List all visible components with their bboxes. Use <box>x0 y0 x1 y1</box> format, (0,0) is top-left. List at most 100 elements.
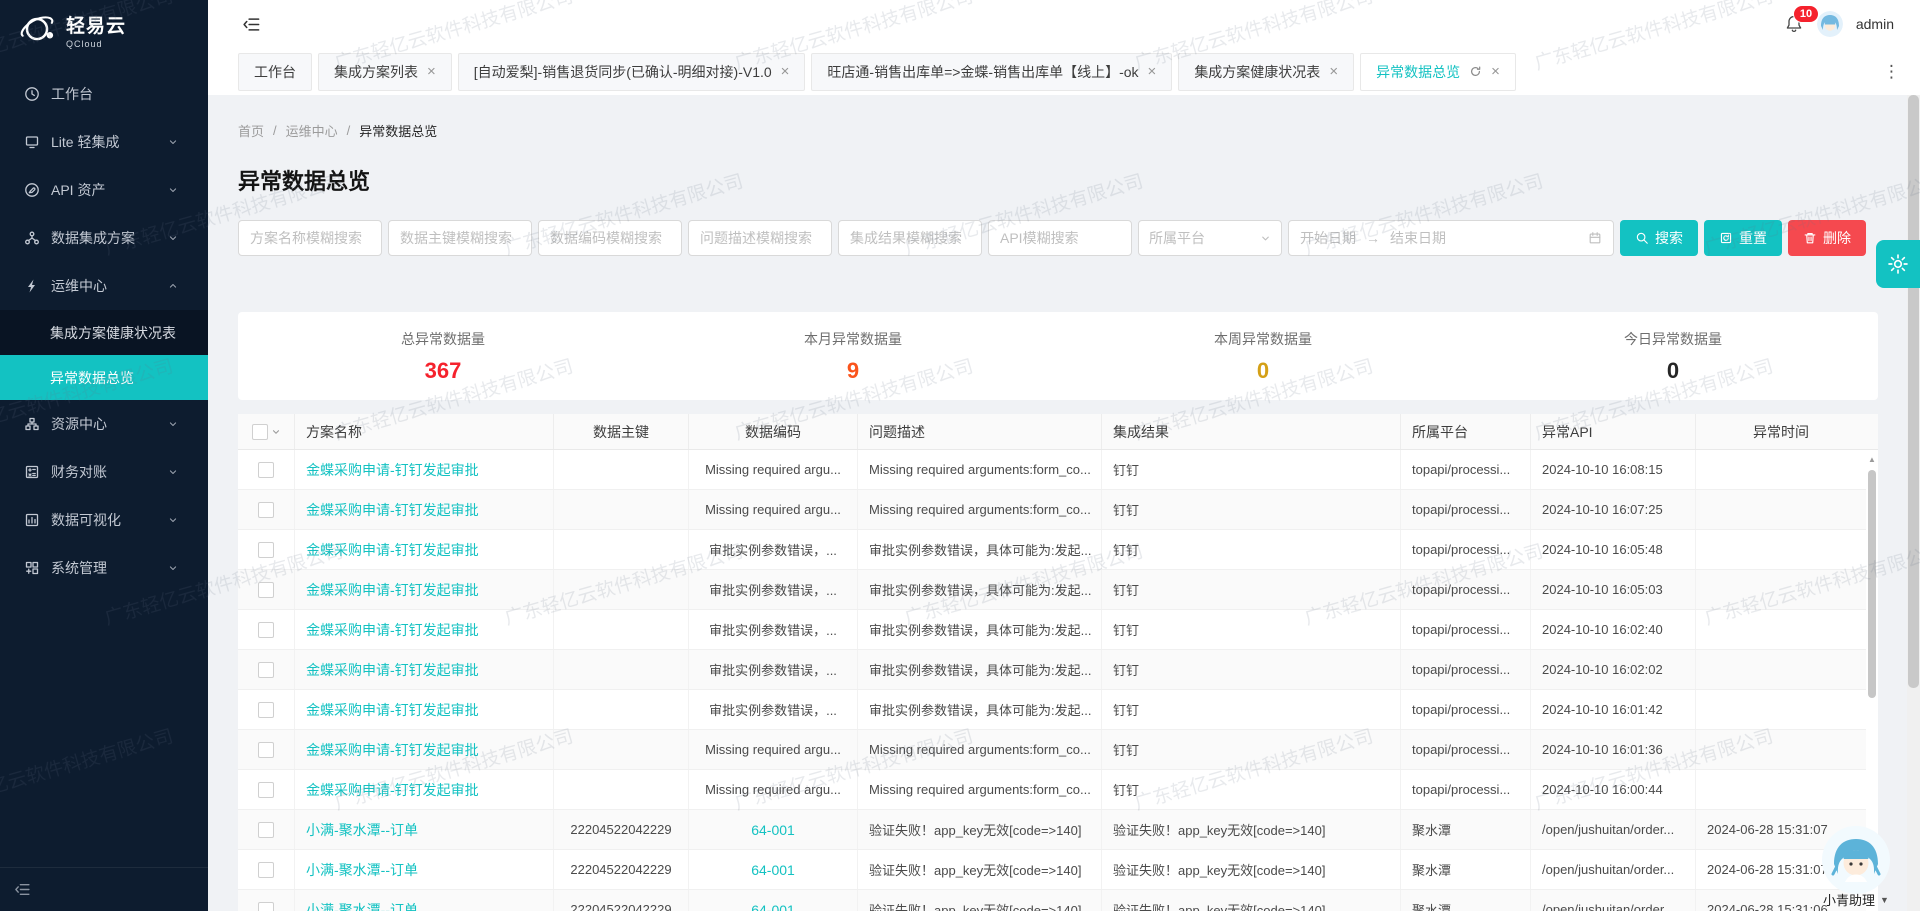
sidebar-subitem[interactable]: 异常数据总览 <box>0 355 208 400</box>
row-checkbox[interactable] <box>258 862 274 878</box>
sidebar-item[interactable]: Lite 轻集成 <box>0 118 208 166</box>
plan-name-link[interactable]: 金蝶采购申请-钉钉发起审批 <box>295 450 554 489</box>
filter-input[interactable] <box>688 220 832 256</box>
assistant-widget[interactable]: 小青助理 ▼ <box>1808 824 1904 909</box>
column-header[interactable]: 问题描述 <box>858 414 1102 449</box>
column-header[interactable]: 方案名称 <box>295 414 554 449</box>
exception-api-cell: 2024-10-10 16:08:15 <box>1531 450 1696 489</box>
data-code-cell[interactable]: 64-001 <box>689 890 858 911</box>
filter-input[interactable] <box>538 220 682 256</box>
plan-name-link[interactable]: 金蝶采购申请-钉钉发起审批 <box>295 610 554 649</box>
sidebar-item[interactable]: 资源中心 <box>0 400 208 448</box>
sidebar-item[interactable]: 数据可视化 <box>0 496 208 544</box>
row-checkbox[interactable] <box>258 662 274 678</box>
tab[interactable]: 集成方案健康状况表× <box>1178 53 1354 91</box>
column-header[interactable]: 集成结果 <box>1102 414 1401 449</box>
column-header[interactable]: 所属平台 <box>1401 414 1531 449</box>
row-checkbox-cell <box>238 450 295 489</box>
filter-input[interactable] <box>988 220 1132 256</box>
breadcrumb-home[interactable]: 首页 <box>238 121 264 140</box>
exception-time-cell <box>1696 610 1866 649</box>
plan-name-link[interactable]: 金蝶采购申请-钉钉发起审批 <box>295 690 554 729</box>
plan-name-link[interactable]: 金蝶采购申请-钉钉发起审批 <box>295 490 554 529</box>
column-header[interactable]: 数据主键 <box>554 414 689 449</box>
menu-fold-icon[interactable] <box>242 15 261 34</box>
data-code-cell[interactable]: 64-001 <box>689 850 858 889</box>
tab[interactable]: 异常数据总览× <box>1360 53 1516 91</box>
tab[interactable]: 工作台 <box>238 53 312 91</box>
sidebar-item[interactable]: 数据集成方案 <box>0 214 208 262</box>
data-key-cell: 22204522042229 <box>554 850 689 889</box>
sidebar-subitem[interactable]: 集成方案健康状况表 <box>0 310 208 355</box>
tab-more-icon[interactable]: ⋮ <box>1877 62 1906 82</box>
sidebar-item[interactable]: 运维中心 <box>0 262 208 310</box>
sidebar-footer <box>0 867 208 911</box>
sidebar-item[interactable]: 工作台 <box>0 70 208 118</box>
row-checkbox[interactable] <box>258 822 274 838</box>
row-checkbox[interactable] <box>258 902 274 911</box>
page-scrollbar-thumb[interactable] <box>1908 95 1919 688</box>
row-checkbox[interactable] <box>258 542 274 558</box>
tab[interactable]: [自动爱梨]-销售退货同步(已确认-明细对接)-V1.0× <box>458 53 806 91</box>
grid-icon <box>24 560 40 576</box>
assistant-avatar[interactable] <box>1820 824 1892 896</box>
plan-name-link[interactable]: 金蝶采购申请-钉钉发起审批 <box>295 730 554 769</box>
column-header[interactable]: 异常时间 <box>1696 414 1866 449</box>
sidebar-item[interactable]: 系统管理 <box>0 544 208 592</box>
plan-name-link[interactable]: 小满-聚水潭--订单 <box>295 890 554 911</box>
issue-desc-cell: 审批实例参数错误，具体可能为:发起... <box>858 530 1102 569</box>
stat-item: 本周异常数据量0 <box>1058 312 1468 400</box>
date-range-picker[interactable]: 开始日期 → 结束日期 <box>1288 220 1614 256</box>
data-code-cell[interactable]: 64-001 <box>689 810 858 849</box>
data-key-cell: 22204522042229 <box>554 810 689 849</box>
row-checkbox[interactable] <box>258 622 274 638</box>
row-checkbox[interactable] <box>258 742 274 758</box>
sidebar-item[interactable]: API 资产 <box>0 166 208 214</box>
app-logo[interactable]: 轻易云 QCloud <box>0 0 208 60</box>
sidebar-item[interactable]: 财务对账 <box>0 448 208 496</box>
row-checkbox-cell <box>238 890 295 911</box>
column-header[interactable]: 数据编码 <box>689 414 858 449</box>
sidebar-item-label: 运维中心 <box>51 276 167 296</box>
close-icon[interactable]: × <box>1491 64 1500 79</box>
row-checkbox[interactable] <box>258 582 274 598</box>
issue-desc-cell: 审批实例参数错误，具体可能为:发起... <box>858 570 1102 609</box>
username[interactable]: admin <box>1856 16 1894 32</box>
plan-name-link[interactable]: 金蝶采购申请-钉钉发起审批 <box>295 570 554 609</box>
filter-input[interactable] <box>388 220 532 256</box>
integration-result-cell: 钉钉 <box>1102 690 1401 729</box>
column-header[interactable]: 异常API <box>1531 414 1696 449</box>
collapse-sidebar-icon[interactable] <box>14 881 31 898</box>
search-button[interactable]: 搜索 <box>1620 220 1698 256</box>
platform-cell: topapi/processi... <box>1401 610 1531 649</box>
close-icon[interactable]: × <box>1148 64 1157 79</box>
breadcrumb-ops-center[interactable]: 运维中心 <box>286 121 338 140</box>
plan-name-link[interactable]: 金蝶采购申请-钉钉发起审批 <box>295 530 554 569</box>
row-checkbox[interactable] <box>258 502 274 518</box>
user-avatar[interactable] <box>1817 11 1843 37</box>
reset-button[interactable]: 重置 <box>1704 220 1782 256</box>
filter-input[interactable] <box>838 220 982 256</box>
plan-name-link[interactable]: 小满-聚水潭--订单 <box>295 810 554 849</box>
tab[interactable]: 集成方案列表× <box>318 53 452 91</box>
notification-bell[interactable]: 10 <box>1784 14 1804 34</box>
close-icon[interactable]: × <box>1329 64 1338 79</box>
platform-select[interactable]: 所属平台 <box>1138 220 1282 256</box>
filter-input[interactable] <box>238 220 382 256</box>
plan-name-link[interactable]: 小满-聚水潭--订单 <box>295 850 554 889</box>
tab[interactable]: 旺店通-销售出库单=>金蝶-销售出库单【线上】-ok× <box>811 53 1172 91</box>
assistant-caret-icon[interactable]: ▼ <box>1880 895 1889 905</box>
delete-button[interactable]: 删除 <box>1788 220 1866 256</box>
select-all-checkbox[interactable] <box>252 424 268 440</box>
close-icon[interactable]: × <box>781 64 790 79</box>
settings-gear-button[interactable] <box>1876 240 1920 288</box>
sidebar-nav: 工作台Lite 轻集成API 资产数据集成方案运维中心集成方案健康状况表异常数据… <box>0 60 208 867</box>
scroll-up-arrow[interactable]: ▲ <box>1866 455 1878 464</box>
row-checkbox[interactable] <box>258 782 274 798</box>
table-scrollbar-thumb[interactable] <box>1868 470 1876 698</box>
plan-name-link[interactable]: 金蝶采购申请-钉钉发起审批 <box>295 770 554 809</box>
close-icon[interactable]: × <box>427 64 436 79</box>
row-checkbox[interactable] <box>258 462 274 478</box>
row-checkbox[interactable] <box>258 702 274 718</box>
plan-name-link[interactable]: 金蝶采购申请-钉钉发起审批 <box>295 650 554 689</box>
